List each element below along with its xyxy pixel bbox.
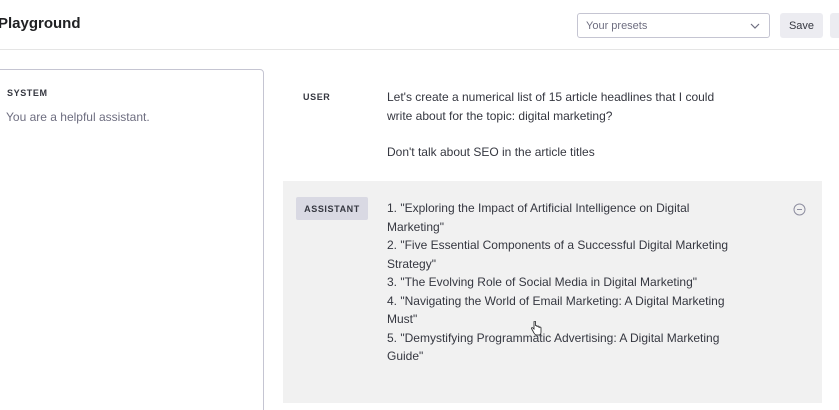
assistant-message-text[interactable]: 1. "Exploring the Impact of Artificial I…: [387, 199, 767, 366]
assistant-message-line: 5. "Demystifying Programmatic Advertisin…: [387, 330, 720, 345]
hand-pointer-icon: [531, 321, 542, 336]
save-button[interactable]: Save: [780, 13, 823, 38]
user-message-line: write about for the topic: digital marke…: [387, 108, 613, 123]
presets-placeholder: Your presets: [586, 19, 648, 32]
assistant-message-line: 1. "Exploring the Impact of Artificial I…: [387, 201, 690, 215]
assistant-message-line: Strategy": [387, 256, 436, 271]
user-message-row[interactable]: [283, 70, 823, 181]
chevron-down-icon: [750, 23, 760, 29]
assistant-message-line: 4. "Navigating the World of Email Market…: [387, 293, 725, 308]
assistant-message-line: 3. "The Evolving Role of Social Media in…: [387, 275, 697, 289]
user-message-text[interactable]: Let's create a numerical list of 15 arti…: [387, 88, 787, 125]
user-message-text[interactable]: Don't talk about SEO in the article titl…: [387, 143, 787, 162]
system-label: SYSTEM: [7, 88, 48, 98]
assistant-message-line: Guide": [387, 349, 424, 363]
user-role-label[interactable]: USER: [303, 92, 330, 102]
assistant-message-line: 2. "Five Essential Components of a Succe…: [387, 238, 729, 252]
playground-page: Playground Your presets Save SYSTEM You …: [0, 0, 839, 410]
assistant-message-line: Must": [387, 312, 418, 326]
minus-circle-icon[interactable]: [793, 203, 806, 216]
right-gutter: [822, 51, 839, 410]
more-options-button[interactable]: [830, 13, 839, 38]
top-bar: Playground Your presets Save: [0, 0, 839, 50]
system-message-input[interactable]: You are a helpful assistant.: [6, 110, 150, 124]
assistant-message-line: Marketing": [387, 219, 444, 234]
assistant-role-toggle[interactable]: ASSISTANT: [296, 197, 368, 220]
user-message-line: Let's create a numerical list of 15 arti…: [387, 90, 715, 104]
page-title: Playground: [0, 15, 81, 32]
presets-dropdown[interactable]: Your presets: [577, 13, 770, 38]
